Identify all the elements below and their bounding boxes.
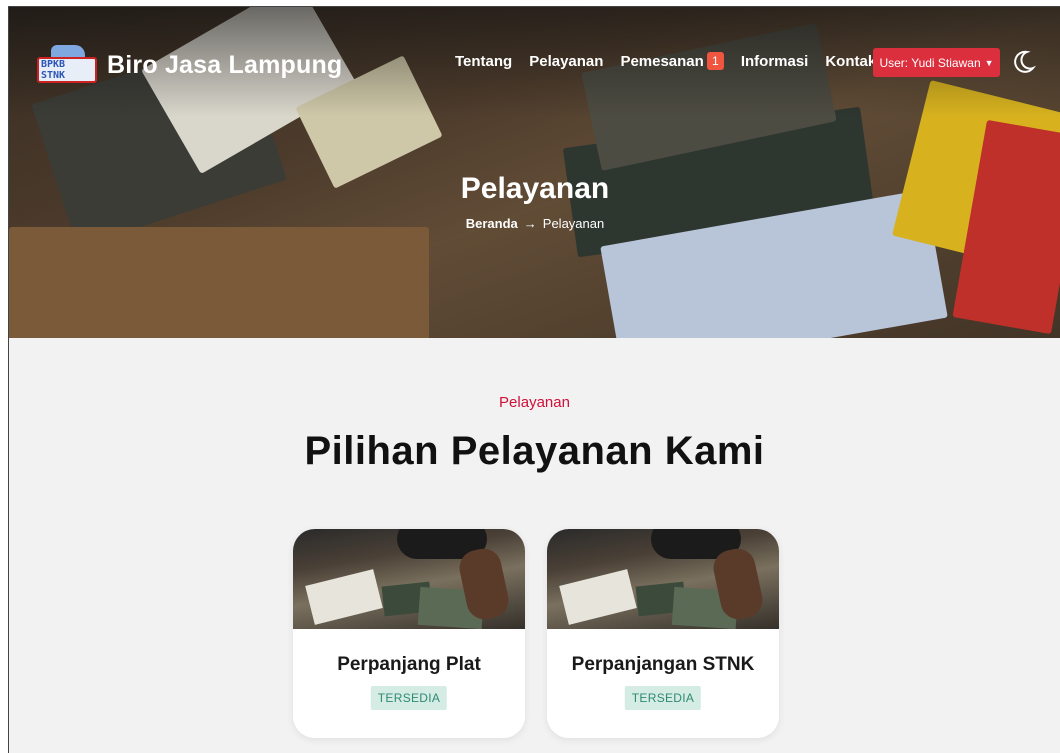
nav-item-pemesanan[interactable]: Pemesanan 1 — [620, 52, 724, 70]
order-count-badge: 1 — [706, 52, 724, 70]
service-name: Perpanjangan STNK — [571, 654, 755, 675]
user-menu-label: User: Yudi Stiawan — [879, 55, 981, 70]
nav-item-label: Pemesanan — [620, 52, 704, 70]
service-name: Perpanjang Plat — [337, 654, 481, 675]
brand-logo: BPKB STNK — [37, 45, 99, 85]
logo-mark: BPKB STNK — [37, 57, 97, 83]
section-title: Pilihan Pelayanan Kami — [304, 429, 765, 473]
nav-item-tentang[interactable]: Tentang — [455, 53, 512, 70]
moon-icon[interactable] — [1011, 48, 1037, 76]
nav-item-informasi[interactable]: Informasi — [741, 53, 809, 70]
service-card[interactable]: Perpanjangan STNK TERSEDIA — [547, 529, 779, 738]
section-kicker: Pelayanan — [499, 394, 570, 411]
service-card-body — [547, 629, 779, 738]
breadcrumb-current: Pelayanan — [542, 216, 605, 231]
chevron-down-icon: ▼ — [984, 57, 994, 68]
nav-item-kontak[interactable]: Kontak — [825, 53, 876, 70]
page-frame: BPKB STNK Biro Jasa Lampung Tentang Pelay… — [8, 6, 1060, 753]
breadcrumb: Beranda → Pelayanan — [9, 216, 1060, 231]
nav-item-label: Informasi — [740, 52, 809, 70]
service-card-image — [547, 529, 779, 630]
hero-banner: BPKB STNK Biro Jasa Lampung Tentang Pelay… — [9, 7, 1060, 338]
brand-name: Biro Jasa Lampung — [107, 50, 343, 79]
nav-item-label: Tentang — [455, 52, 513, 70]
service-card[interactable]: Perpanjang Plat TERSEDIA — [293, 529, 525, 738]
nav-item-pelayanan[interactable]: Pelayanan — [529, 53, 603, 70]
nav-item-label: Kontak — [825, 52, 877, 70]
breadcrumb-separator: → — [523, 216, 537, 231]
nav-item-label: Pelayanan — [529, 52, 604, 70]
brand[interactable]: BPKB STNK Biro Jasa Lampung — [37, 45, 342, 85]
image-shape — [305, 569, 383, 625]
image-shape — [559, 569, 637, 625]
status-badge: TERSEDIA — [370, 686, 448, 710]
page-title: Pelayanan — [460, 172, 610, 205]
service-card-image — [293, 529, 525, 630]
service-card-body — [293, 629, 525, 738]
user-menu-button[interactable]: User: Yudi Stiawan ▼ — [873, 48, 1000, 77]
hero-photo-shape — [9, 227, 429, 338]
main-nav: Tentang Pelayanan Pemesanan 1 Informasi K… — [455, 52, 893, 70]
status-badge: TERSEDIA — [624, 686, 702, 710]
breadcrumb-home[interactable]: Beranda — [466, 216, 518, 231]
